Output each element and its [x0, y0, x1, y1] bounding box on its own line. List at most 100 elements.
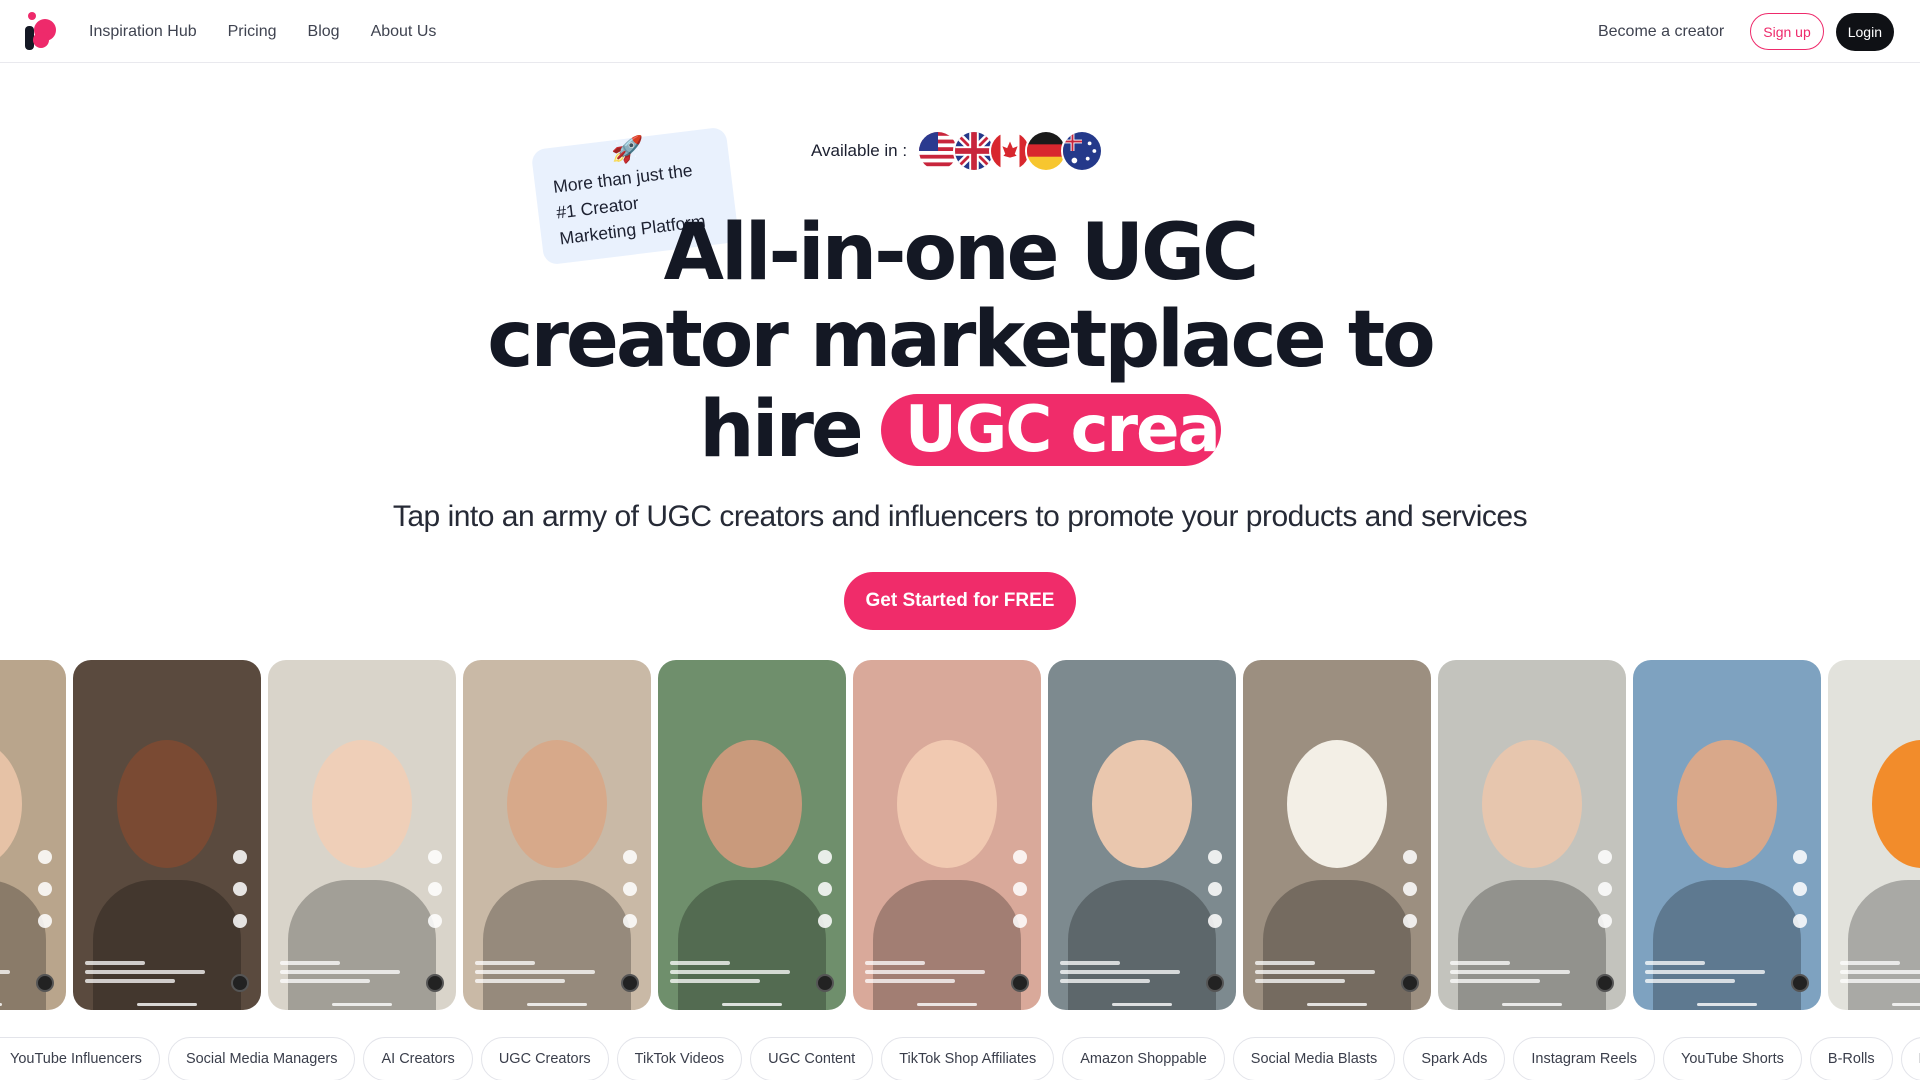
signup-button[interactable]: Sign up [1750, 13, 1824, 50]
creator-face [117, 740, 217, 868]
video-card-4[interactable] [463, 660, 651, 1010]
heart-icon [1793, 850, 1807, 864]
home-indicator [1892, 1003, 1920, 1006]
share-icon [38, 914, 52, 928]
home-indicator [1502, 1003, 1562, 1006]
video-action-icons [233, 850, 253, 946]
category-tag[interactable]: UGC Creators [480, 1037, 609, 1080]
video-card-5[interactable] [658, 660, 846, 1010]
hero-subheadline: Tap into an army of UGC creators and inf… [392, 500, 1528, 533]
video-card-6[interactable] [853, 660, 1041, 1010]
video-card-1[interactable] [0, 660, 66, 1010]
share-icon [1208, 914, 1222, 928]
nav-link-about-us[interactable]: About Us [371, 23, 437, 41]
video-action-icons [1013, 850, 1033, 946]
share-icon [1793, 914, 1807, 928]
become-creator-link[interactable]: Become a creator [1598, 23, 1724, 41]
music-disc-icon [231, 974, 249, 992]
nav-link-pricing[interactable]: Pricing [228, 23, 277, 41]
comment-icon [1403, 882, 1417, 896]
video-action-icons [1403, 850, 1423, 946]
video-card-2[interactable] [73, 660, 261, 1010]
share-icon [233, 914, 247, 928]
video-caption [1255, 961, 1375, 988]
creator-face [1482, 740, 1582, 868]
creator-face [702, 740, 802, 868]
heart-icon [38, 850, 52, 864]
video-card-8[interactable] [1243, 660, 1431, 1010]
video-caption [85, 961, 205, 988]
video-showcase-strip [0, 660, 1920, 1010]
heart-icon [818, 850, 832, 864]
music-disc-icon [36, 974, 54, 992]
comment-icon [818, 882, 832, 896]
video-caption [1060, 961, 1180, 988]
category-tag[interactable]: Amazon Shoppable [1062, 1037, 1225, 1080]
video-caption [1645, 961, 1765, 988]
home-indicator [1112, 1003, 1172, 1006]
brand-logo-icon[interactable] [22, 8, 62, 54]
rocket-icon: 🚀 [611, 134, 644, 164]
creator-body [1848, 880, 1920, 1010]
category-tag[interactable]: B-Rolls [1809, 1037, 1893, 1080]
category-tag[interactable]: Instagram Reels [1513, 1037, 1655, 1080]
video-caption [1450, 961, 1570, 988]
heart-icon [1013, 850, 1027, 864]
heart-icon [1403, 850, 1417, 864]
home-indicator [1697, 1003, 1757, 1006]
category-tag[interactable]: YouTube Shorts [1662, 1037, 1802, 1080]
creator-body [93, 880, 241, 1010]
category-tag[interactable]: AI Creators [363, 1037, 473, 1080]
home-indicator [917, 1003, 977, 1006]
category-tag[interactable]: Product Launches [1900, 1037, 1920, 1080]
category-tag[interactable]: Spark Ads [1403, 1037, 1506, 1080]
heart-icon [428, 850, 442, 864]
creator-body [483, 880, 631, 1010]
category-tag[interactable]: TikTok Videos [616, 1037, 743, 1080]
nav-link-blog[interactable]: Blog [308, 23, 340, 41]
video-action-icons [428, 850, 448, 946]
creator-face [897, 740, 997, 868]
creator-face [0, 740, 22, 868]
share-icon [428, 914, 442, 928]
australia-flag-icon [1061, 130, 1103, 172]
nav-link-inspiration-hub[interactable]: Inspiration Hub [89, 23, 197, 41]
share-icon [818, 914, 832, 928]
video-caption [865, 961, 985, 988]
creator-face [1287, 740, 1387, 868]
video-card-10[interactable] [1633, 660, 1821, 1010]
video-card-9[interactable] [1438, 660, 1626, 1010]
category-tag[interactable]: YouTube Influencers [0, 1037, 160, 1080]
creator-body [288, 880, 436, 1010]
comment-icon [623, 882, 637, 896]
comment-icon [1793, 882, 1807, 896]
nav-actions: Become a creator Sign up Login [1598, 0, 1894, 63]
category-tag[interactable]: UGC Content [750, 1037, 874, 1080]
video-card-7[interactable] [1048, 660, 1236, 1010]
get-started-button[interactable]: Get Started for FREE [844, 572, 1076, 630]
music-disc-icon [1596, 974, 1614, 992]
comment-icon [1208, 882, 1222, 896]
category-tag[interactable]: Social Media Managers [167, 1037, 356, 1080]
category-tags: YouTube Influencers Social Media Managers… [0, 1037, 1920, 1080]
creator-body [873, 880, 1021, 1010]
home-indicator [527, 1003, 587, 1006]
creator-body [1263, 880, 1411, 1010]
share-icon [1403, 914, 1417, 928]
creator-body [1653, 880, 1801, 1010]
category-tag[interactable]: TikTok Shop Affiliates [881, 1037, 1055, 1080]
video-card-3[interactable] [268, 660, 456, 1010]
video-card-11[interactable] [1828, 660, 1920, 1010]
comment-icon [233, 882, 247, 896]
share-icon [1013, 914, 1027, 928]
music-disc-icon [816, 974, 834, 992]
comment-icon [38, 882, 52, 896]
category-tag[interactable]: Social Media Blasts [1232, 1037, 1396, 1080]
headline-line-1: All-in-one UGC [663, 208, 1260, 298]
music-disc-icon [426, 974, 444, 992]
video-action-icons [818, 850, 838, 946]
login-button[interactable]: Login [1835, 12, 1894, 51]
video-action-icons [1598, 850, 1618, 946]
creator-face [1872, 740, 1920, 868]
music-disc-icon [1011, 974, 1029, 992]
